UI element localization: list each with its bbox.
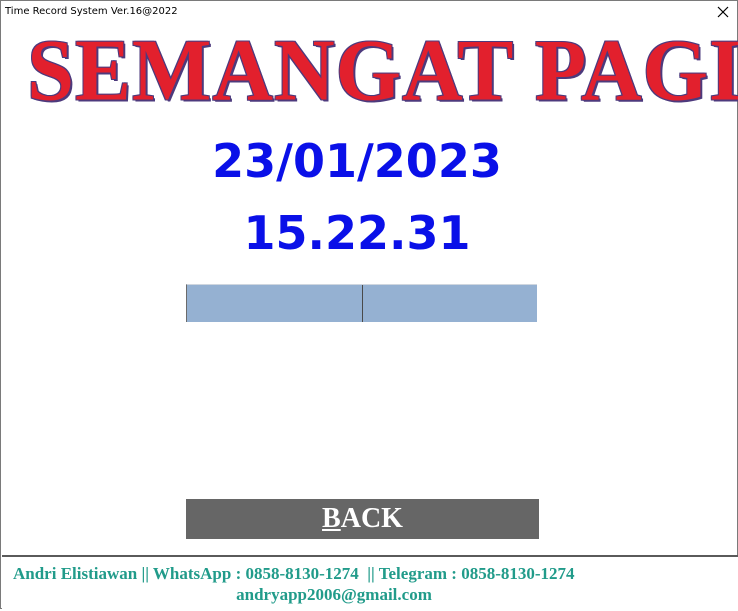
app-window: Time Record System Ver.16@2022 SEMANGAT … bbox=[0, 0, 738, 611]
footer: Andri Elistiawan || WhatsApp : 0858-8130… bbox=[2, 555, 738, 611]
grid-cell[interactable] bbox=[363, 285, 537, 322]
footer-contact: Andri Elistiawan || WhatsApp : 0858-8130… bbox=[13, 564, 575, 583]
record-grid[interactable] bbox=[186, 284, 537, 322]
current-date: 23/01/2023 bbox=[212, 134, 502, 188]
greeting-banner: SEMANGAT PAGI bbox=[27, 21, 738, 120]
back-button[interactable]: BACK bbox=[186, 499, 539, 539]
close-icon[interactable] bbox=[715, 4, 731, 20]
footer-email: andryapp2006@gmail.com bbox=[236, 585, 432, 604]
window-title: Time Record System Ver.16@2022 bbox=[5, 6, 178, 17]
current-time: 15.22.31 bbox=[243, 206, 471, 260]
grid-cell[interactable] bbox=[187, 285, 363, 322]
back-button-label: ACK bbox=[340, 503, 403, 534]
back-button-accelerator: B bbox=[322, 503, 341, 534]
